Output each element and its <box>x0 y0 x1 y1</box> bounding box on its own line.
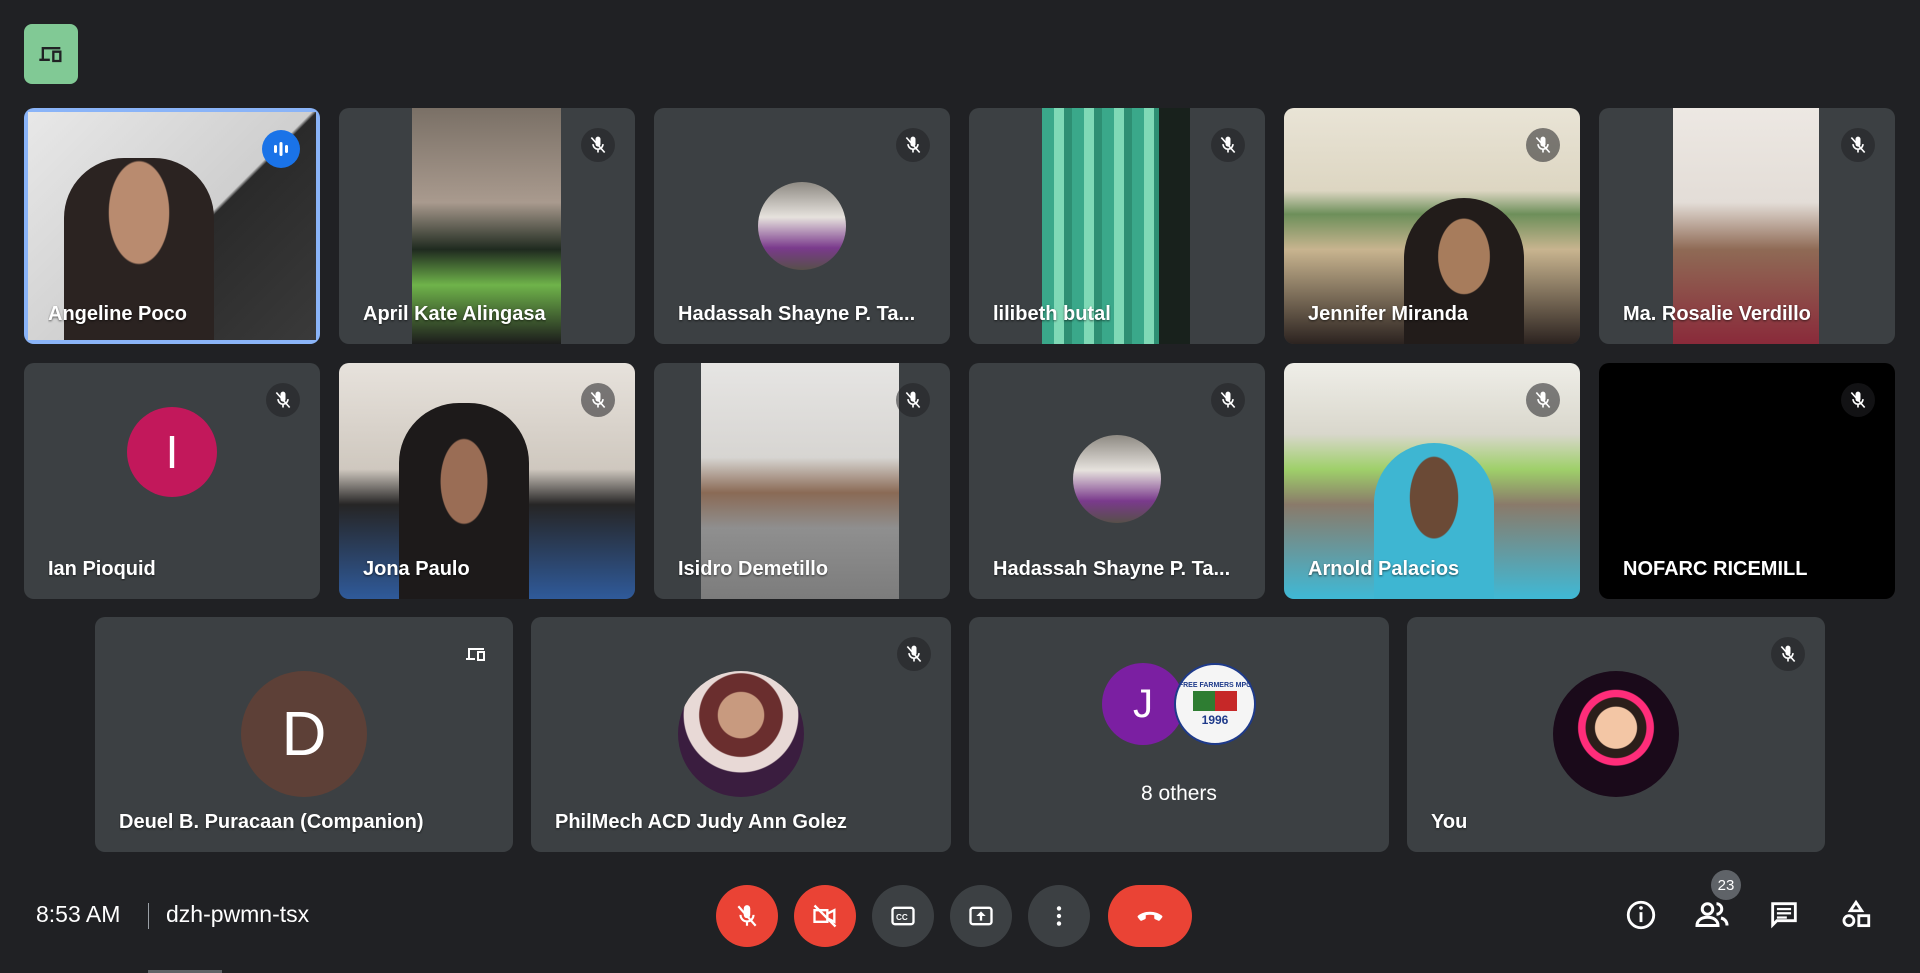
svg-text:CC: CC <box>896 913 908 922</box>
mic-off-indicator <box>1771 637 1805 671</box>
participant-tile-isidro[interactable]: Isidro Demetillo <box>654 363 950 599</box>
mic-off-icon <box>906 645 922 663</box>
participant-name: lilibeth butal <box>993 303 1111 325</box>
companion-mode-icon <box>39 47 62 63</box>
camera-toggle-button[interactable] <box>794 885 856 947</box>
mic-off-icon <box>1780 645 1796 663</box>
avatar <box>1073 435 1161 523</box>
participant-name: Ma. Rosalie Verdillo <box>1623 303 1811 325</box>
org-logo-avatar: FREE FARMERS MPC 1996 <box>1174 663 1256 745</box>
mic-off-indicator <box>896 383 930 417</box>
mic-off-icon <box>1535 136 1551 154</box>
participant-tile-lilibeth[interactable]: lilibeth butal <box>969 108 1265 344</box>
avatar <box>678 671 804 797</box>
mic-off-indicator <box>1841 128 1875 162</box>
info-icon <box>1626 900 1656 930</box>
participant-name: Ian Pioquid <box>48 558 156 580</box>
companion-mode-icon <box>466 648 485 661</box>
participant-name: Angeline Poco <box>48 303 187 325</box>
activities-button[interactable] <box>1831 890 1881 940</box>
mic-off-icon <box>1220 391 1236 409</box>
avatar: I <box>127 407 217 497</box>
captions-icon: CC <box>891 906 915 926</box>
participant-name: Hadassah Shayne P. Ta... <box>678 303 916 325</box>
mic-off-icon <box>275 391 291 409</box>
mic-off-indicator <box>896 128 930 162</box>
mic-off-icon <box>905 136 921 154</box>
mic-off-indicator <box>1526 383 1560 417</box>
participant-tile-hadassah-2[interactable]: Hadassah Shayne P. Ta... <box>969 363 1265 599</box>
mic-off-icon <box>590 136 606 154</box>
mic-off-indicator <box>1211 128 1245 162</box>
speaking-indicator-icon <box>274 142 288 156</box>
participant-tile-rosalie[interactable]: Ma. Rosalie Verdillo <box>1599 108 1895 344</box>
speaking-indicator <box>262 130 300 168</box>
leave-call-icon <box>1137 911 1163 921</box>
microphone-toggle-button[interactable] <box>716 885 778 947</box>
mic-off-icon <box>1850 391 1866 409</box>
mic-off-icon <box>737 905 757 927</box>
participant-tile-jennifer[interactable]: Jennifer Miranda <box>1284 108 1580 344</box>
participant-name: Isidro Demetillo <box>678 558 829 580</box>
mic-off-indicator <box>1526 128 1560 162</box>
mic-off-icon <box>1220 136 1236 154</box>
participant-tile-hadassah-1[interactable]: Hadassah Shayne P. Ta... <box>654 108 950 344</box>
participant-tile-nofarc[interactable]: NOFARC RICEMILL <box>1599 363 1895 599</box>
activities-icon <box>1842 899 1871 928</box>
companion-mode-indicator <box>459 637 493 671</box>
mic-off-indicator <box>581 128 615 162</box>
chat-button[interactable] <box>1759 890 1809 940</box>
participant-video-curtain-edge <box>1159 108 1190 344</box>
participant-tile-ian[interactable]: I Ian Pioquid <box>24 363 320 599</box>
mic-off-indicator <box>1841 383 1875 417</box>
participant-name: PhilMech ACD Judy Ann Golez <box>555 811 847 833</box>
participant-name: Arnold Palacios <box>1308 558 1460 580</box>
participant-name: April Kate Alingasa <box>363 303 546 325</box>
meeting-code[interactable]: dzh-pwmn-tsx <box>166 901 309 928</box>
others-count-label: 8 others <box>1141 782 1217 805</box>
participant-name: Jennifer Miranda <box>1308 303 1469 325</box>
mic-off-indicator <box>897 637 931 671</box>
meeting-info-button[interactable] <box>1616 890 1666 940</box>
leave-call-button[interactable] <box>1108 885 1192 947</box>
mic-off-indicator <box>1211 383 1245 417</box>
participant-count-badge: 23 <box>1711 870 1741 900</box>
mic-off-icon <box>1850 136 1866 154</box>
mic-off-indicator <box>581 383 615 417</box>
participant-tile-judy[interactable]: PhilMech ACD Judy Ann Golez <box>531 617 951 852</box>
avatar: D <box>241 671 367 797</box>
participant-tile-you[interactable]: You <box>1407 617 1825 852</box>
participant-tile-april[interactable]: April Kate Alingasa <box>339 108 635 344</box>
more-options-icon <box>1056 906 1062 926</box>
captions-button[interactable]: CC <box>872 885 934 947</box>
participant-tile-deuel[interactable]: D Deuel B. Puracaan (Companion) <box>95 617 513 852</box>
present-screen-button[interactable] <box>950 885 1012 947</box>
participant-tile-angeline[interactable]: Angeline Poco <box>24 108 320 344</box>
mic-off-icon <box>905 391 921 409</box>
participant-tile-jona[interactable]: Jona Paulo <box>339 363 635 599</box>
avatar: J <box>1102 663 1184 745</box>
participant-tile-arnold[interactable]: Arnold Palacios <box>1284 363 1580 599</box>
participant-name: NOFARC RICEMILL <box>1623 558 1808 580</box>
present-icon <box>969 906 993 926</box>
participant-name: You <box>1431 811 1468 833</box>
mic-off-icon <box>1535 391 1551 409</box>
mic-off-icon <box>590 391 606 409</box>
companion-mode-badge[interactable] <box>24 24 78 84</box>
participant-name: Hadassah Shayne P. Ta... <box>993 558 1231 580</box>
chat-icon <box>1771 902 1797 929</box>
mic-off-indicator <box>266 383 300 417</box>
more-options-button[interactable] <box>1028 885 1090 947</box>
avatar <box>758 182 846 270</box>
participant-tile-others[interactable]: J FREE FARMERS MPC 1996 8 others <box>969 617 1389 852</box>
people-icon <box>1695 902 1729 927</box>
participant-name: Deuel B. Puracaan (Companion) <box>119 811 424 833</box>
meeting-time: 8:53 AM <box>36 901 121 927</box>
divider <box>148 903 149 929</box>
camera-off-icon <box>813 904 837 928</box>
participant-name: Jona Paulo <box>363 558 470 580</box>
avatar <box>1553 671 1679 797</box>
meeting-controls-bar: 8:53 AM dzh-pwmn-tsx CC <box>0 863 1920 973</box>
